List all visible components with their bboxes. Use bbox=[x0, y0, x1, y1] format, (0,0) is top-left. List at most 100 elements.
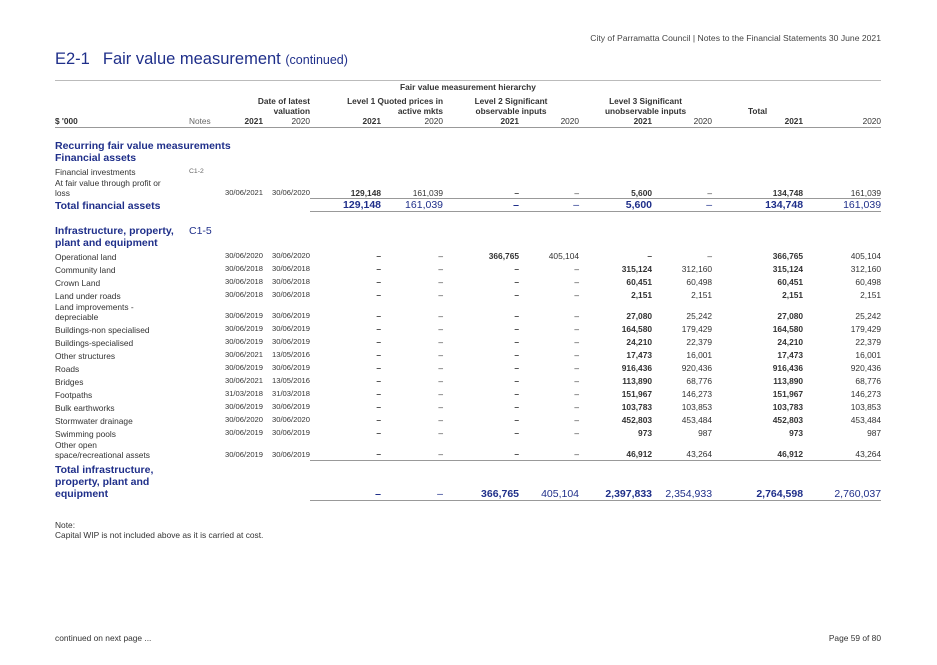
date-2020: 30/06/2019 bbox=[272, 337, 311, 346]
level2-2021: – bbox=[514, 428, 520, 438]
level1-2020: – bbox=[381, 459, 444, 501]
level2-2021: – bbox=[514, 337, 520, 347]
date-2020: 30/06/2018 bbox=[272, 290, 311, 299]
title-sub: (continued) bbox=[285, 53, 348, 67]
date-2020: 30/06/2019 bbox=[272, 402, 311, 411]
total-2021: 164,580 bbox=[772, 324, 804, 334]
date-2021: 30/06/2019 bbox=[224, 402, 263, 411]
date-2021: 30/06/2019 bbox=[224, 449, 263, 459]
year-2020: 2020 bbox=[803, 116, 882, 128]
level3-2020: – bbox=[707, 187, 713, 198]
level2-header-2: observable inputs bbox=[475, 106, 547, 116]
row-label: Land improvements - depreciable bbox=[55, 301, 134, 322]
level2-2020: – bbox=[574, 389, 580, 399]
table-row: Operational land 30/06/2020 30/06/2020 – – 36… bbox=[55, 249, 881, 262]
level1-2020: – bbox=[438, 415, 444, 425]
total-2021: 113,890 bbox=[773, 376, 804, 386]
level3-2021: 60,451 bbox=[626, 277, 653, 287]
page-number: Page 59 of 80 bbox=[828, 633, 881, 643]
table-row: Land under roads 30/06/2018 30/06/2018 – – – –… bbox=[55, 288, 881, 301]
year-2021: 2021 bbox=[218, 116, 263, 128]
level3-2020: 179,429 bbox=[681, 324, 713, 334]
level3-header-1: Level 3 Significant bbox=[609, 96, 682, 106]
total-2020: 161,039 bbox=[850, 187, 882, 198]
hierarchy-label: Fair value measurement hierarchy bbox=[400, 82, 536, 92]
row-label: Other structures bbox=[55, 350, 116, 361]
total-2020: 103,853 bbox=[850, 402, 882, 412]
level1-2020: – bbox=[438, 290, 444, 300]
date-header-2: valuation bbox=[273, 106, 311, 116]
level2-2020: – bbox=[574, 277, 580, 287]
infrastructure-heading-line-1: Infrastructure, property, bbox=[55, 224, 174, 237]
total-2020: 920,436 bbox=[850, 363, 882, 373]
header-row-1: Date of latest Level 1 Quoted prices in … bbox=[55, 96, 881, 106]
level2-2021: – bbox=[514, 290, 520, 300]
level3-2021: 27,080 bbox=[626, 311, 653, 321]
level2-2021: – bbox=[514, 311, 520, 321]
level1-2020: – bbox=[438, 337, 444, 347]
date-2021: 30/06/2019 bbox=[224, 311, 263, 320]
level1-2020: – bbox=[438, 324, 444, 334]
table-row: Crown Land 30/06/2018 30/06/2018 – – – – 60,451… bbox=[55, 275, 881, 288]
year-2021: 2021 bbox=[310, 116, 382, 128]
row-label: Footpaths bbox=[55, 389, 93, 400]
infrastructure-heading: Infrastructure, property, plant and equip… bbox=[55, 212, 185, 249]
level1-2021: – bbox=[376, 324, 382, 334]
date-2020: 13/05/2016 bbox=[272, 350, 311, 359]
date-2020: 30/06/2019 bbox=[272, 363, 311, 372]
level1-2021: – bbox=[376, 277, 382, 287]
total-2020: 179,429 bbox=[850, 324, 882, 334]
level1-2021: – bbox=[376, 449, 382, 459]
level3-2021: – bbox=[647, 251, 653, 261]
level2-2021: – bbox=[443, 198, 520, 212]
header-row-2: valuation active mkts observable inputs … bbox=[55, 106, 881, 116]
total-2020: 453,484 bbox=[850, 415, 882, 425]
total-2020: 16,001 bbox=[855, 350, 882, 360]
level1-2020: – bbox=[438, 449, 444, 459]
date-header-1: Date of latest bbox=[257, 96, 311, 106]
row-note: C1-2 bbox=[189, 167, 204, 175]
date-2020: 30/06/2019 bbox=[272, 428, 311, 437]
level1-2020: – bbox=[438, 350, 444, 360]
total-2020: 405,104 bbox=[850, 251, 882, 261]
infrastructure-heading-line-2: plant and equipment bbox=[55, 236, 158, 249]
level2-2020: 405,104 bbox=[519, 459, 580, 501]
level1-2021: – bbox=[376, 415, 382, 425]
row-label: Swimming pools bbox=[55, 428, 116, 439]
table-row: Other open space/recreational assets 30/0… bbox=[55, 439, 881, 461]
year-2021: 2021 bbox=[579, 116, 653, 128]
total-2021: 134,748 bbox=[772, 187, 804, 198]
level1-2021: – bbox=[376, 376, 382, 386]
level3-2021: 452,803 bbox=[621, 415, 653, 425]
date-2021: 30/06/2018 bbox=[224, 277, 263, 286]
level2-2021: – bbox=[514, 402, 520, 412]
date-2021: 30/06/2021 bbox=[224, 350, 263, 359]
level2-2020: – bbox=[574, 290, 580, 300]
level3-2020: 920,436 bbox=[681, 363, 713, 373]
level2-2020: 405,104 bbox=[548, 251, 580, 261]
page-title: E2-1 Fair value measurement (continued) bbox=[55, 50, 348, 69]
level2-2020: – bbox=[574, 449, 580, 459]
level2-2020: – bbox=[574, 402, 580, 412]
total-2020: 60,498 bbox=[855, 277, 882, 287]
level1-2021: – bbox=[376, 350, 382, 360]
level1-2021: – bbox=[376, 389, 382, 399]
level3-2020: 2,354,933 bbox=[652, 459, 713, 501]
level2-2021: – bbox=[514, 449, 520, 459]
section-row: Infrastructure, property, plant and equip… bbox=[55, 212, 881, 249]
total-2020: 22,379 bbox=[855, 337, 882, 347]
table-note: Note: Capital WIP is not included above … bbox=[55, 520, 263, 540]
level1-2021: – bbox=[376, 251, 382, 261]
level3-2020: 68,776 bbox=[686, 376, 713, 386]
level1-2021: – bbox=[376, 264, 382, 274]
level1-2020: – bbox=[438, 363, 444, 373]
notes-header: Notes bbox=[185, 116, 218, 128]
year-2021: 2021 bbox=[712, 116, 804, 128]
date-2021: 30/06/2021 bbox=[224, 188, 263, 197]
total-2021: 103,783 bbox=[772, 402, 804, 412]
header-row-years: $ '000 Notes 2021 2020 2021 2020 2021 20… bbox=[55, 116, 882, 128]
row-label: Land under roads bbox=[55, 290, 121, 301]
level1-2020: – bbox=[438, 376, 444, 386]
total-2021: 134,748 bbox=[712, 198, 804, 212]
total-label: Total infrastructure, property, plant an… bbox=[55, 464, 154, 500]
